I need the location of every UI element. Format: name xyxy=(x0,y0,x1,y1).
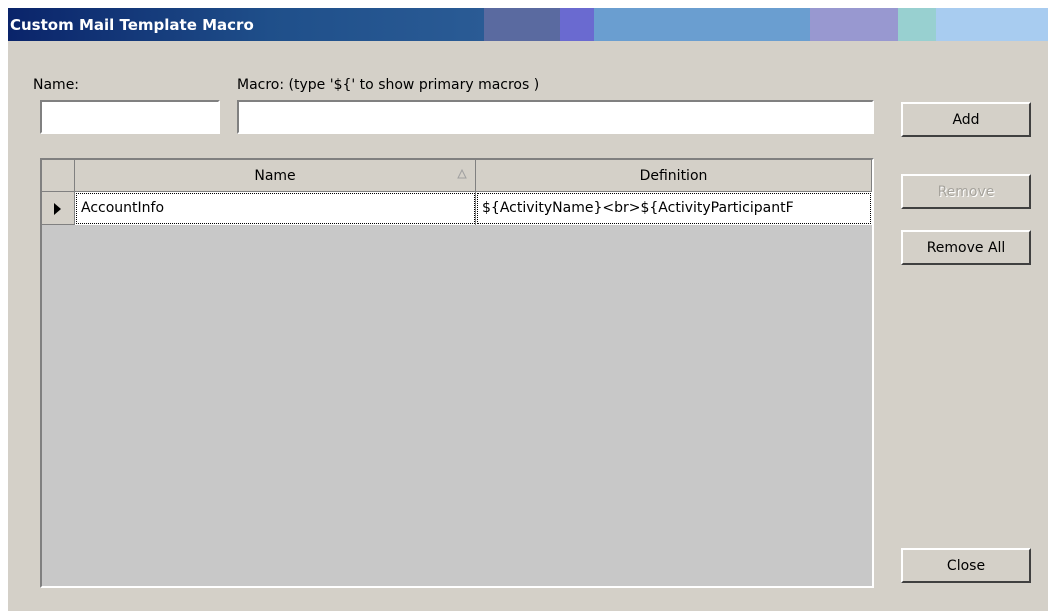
window-title: Custom Mail Template Macro xyxy=(10,16,254,34)
macro-label: Macro: (type '${' to show primary macros… xyxy=(237,77,540,93)
dialog-window: Custom Mail Template Macro Name: Macro: … xyxy=(8,8,1048,611)
name-input[interactable] xyxy=(40,100,220,134)
row-selector[interactable] xyxy=(42,192,75,225)
sort-ascending-icon xyxy=(457,169,467,179)
macro-input[interactable] xyxy=(237,100,874,134)
title-bar[interactable]: Custom Mail Template Macro xyxy=(8,8,1048,41)
column-header-definition-label: Definition xyxy=(639,167,708,184)
cell-definition[interactable]: ${ActivityName}<br>${ActivityParticipant… xyxy=(476,192,872,225)
current-row-arrow-icon xyxy=(54,203,61,215)
remove-all-button[interactable]: Remove All xyxy=(901,230,1031,265)
name-label: Name: xyxy=(33,77,80,93)
macro-grid[interactable]: Name Definition AccountInfo ${ActivityNa… xyxy=(40,158,874,588)
add-button[interactable]: Add xyxy=(901,102,1031,137)
column-header-name[interactable]: Name xyxy=(75,160,476,192)
close-button[interactable]: Close xyxy=(901,548,1031,583)
column-header-name-label: Name xyxy=(254,167,296,184)
row-header-corner xyxy=(42,160,75,192)
cell-name[interactable]: AccountInfo xyxy=(75,192,476,225)
column-header-definition[interactable]: Definition xyxy=(476,160,872,192)
remove-button[interactable]: Remove xyxy=(901,174,1031,209)
